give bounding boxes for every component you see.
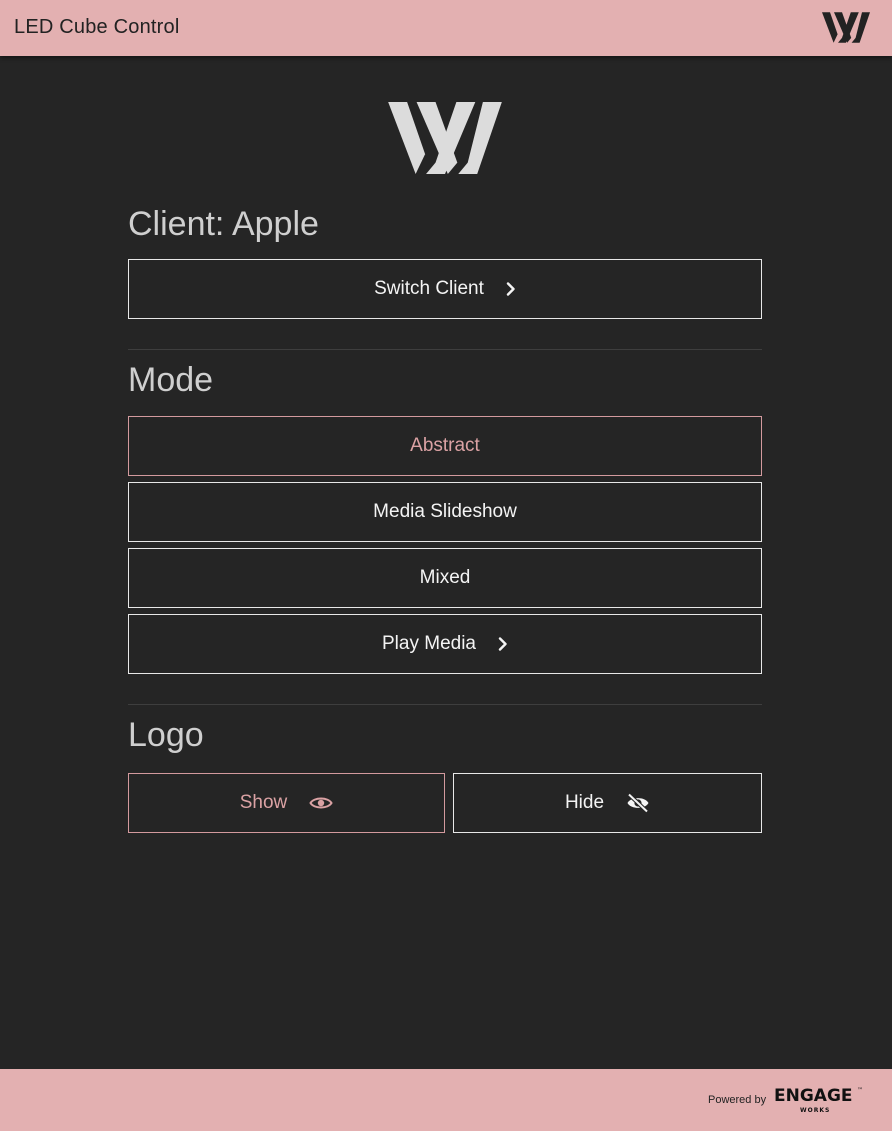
logo-heading: Logo <box>128 716 204 754</box>
top-app-bar: LED Cube Control <box>0 0 892 56</box>
mode-option-label: Play Media <box>382 633 476 654</box>
logo-show-button[interactable]: Show <box>128 773 445 833</box>
w-logo-icon <box>822 12 870 43</box>
logo-show-label: Show <box>239 792 288 813</box>
mode-heading: Mode <box>128 361 214 399</box>
mode-play-media-button[interactable]: Play Media <box>128 614 762 674</box>
eye-icon <box>309 795 333 811</box>
switch-client-label: Switch Client <box>374 278 484 299</box>
section-divider <box>128 349 762 350</box>
mode-media-slideshow-button[interactable]: Media Slideshow <box>128 482 762 542</box>
eye-off-icon <box>626 793 650 813</box>
mode-mixed-button[interactable]: Mixed <box>128 548 762 608</box>
footer-bar: Powered by ENGAGE ™ WORKS <box>0 1069 892 1131</box>
logo-hide-button[interactable]: Hide <box>453 773 762 833</box>
logo-hide-label: Hide <box>564 792 605 813</box>
chevron-right-icon <box>506 282 516 296</box>
client-heading: Client: Apple <box>128 205 319 243</box>
w-logo-icon <box>388 102 502 174</box>
section-divider <box>128 704 762 705</box>
mode-option-label: Media Slideshow <box>373 501 517 522</box>
mode-abstract-button[interactable]: Abstract <box>128 416 762 476</box>
works-wordmark: WORKS <box>800 1107 830 1114</box>
switch-client-button[interactable]: Switch Client <box>128 259 762 319</box>
powered-by-text: Powered by <box>708 1094 767 1106</box>
chevron-right-icon <box>498 637 508 651</box>
mode-option-label: Mixed <box>419 567 471 588</box>
mode-option-label: Abstract <box>410 435 480 456</box>
engage-works-logo: ENGAGE ™ WORKS <box>774 1086 863 1114</box>
app-title: LED Cube Control <box>14 16 180 38</box>
engage-wordmark: ENGAGE <box>774 1086 853 1106</box>
trademark-mark: ™ <box>857 1087 863 1094</box>
